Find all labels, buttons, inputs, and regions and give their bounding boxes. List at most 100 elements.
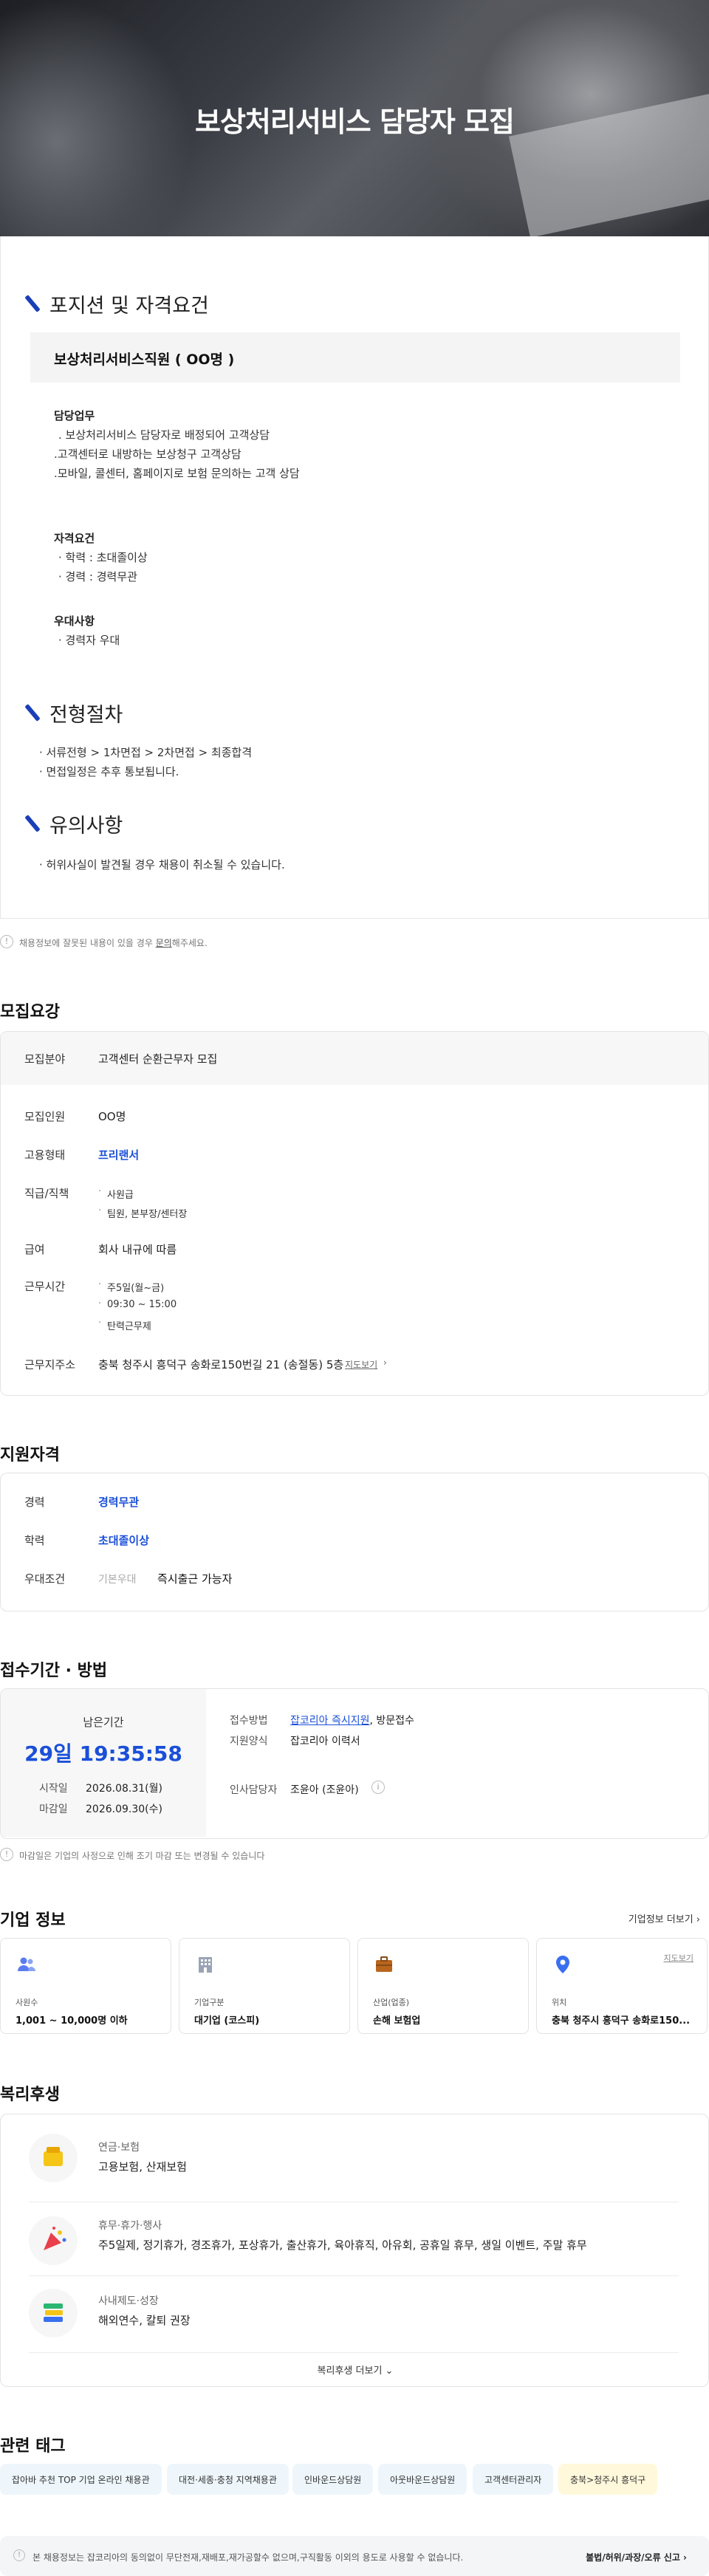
edu-val: 초대졸이상 (98, 1534, 150, 1547)
pay-val: 회사 내규에 따름 (98, 1243, 177, 1256)
start-val: 2026.08.31(월) (86, 1783, 162, 1795)
form-key: 지원양식 (230, 1736, 268, 1747)
duty-line: .고객센터로 내방하는 보상청구 고객상담 (54, 448, 242, 461)
end-key: 마감일 (39, 1803, 68, 1815)
briefcase-icon (376, 1956, 392, 1972)
map-link[interactable]: 지도보기 (664, 1952, 693, 1964)
job-detail: 포지션 및 자격요건 보상처리서비스직원 ( OO명 ) 담당업무 . 보상처리… (0, 236, 709, 919)
duty-line: .모바일, 콜센터, 홈페이지로 보험 문의하는 고객 상담 (54, 467, 300, 480)
pension-icon (29, 2134, 78, 2182)
apply-countdown-panel: 남은기간 29일 19:35:58 시작일 2026.08.31(월) 마감일 … (1, 1689, 206, 1837)
company-card-location: 지도보기 위치 충북 청주시 흥덕구 송화로150... (536, 1938, 708, 2034)
apply-heading: 접수기간 · 방법 (0, 1662, 108, 1680)
tag[interactable]: 인바운드상담원 (292, 2464, 374, 2495)
company-more-link[interactable]: 기업정보 더보기 › (628, 1911, 700, 1925)
welfare-val: 주5일제, 정기휴가, 경조휴가, 포상휴가, 출산휴가, 육아휴직, 아유회,… (98, 2238, 587, 2252)
pref-tag: 기본우대 (98, 1574, 137, 1586)
tag[interactable]: 고객센터관리자 (473, 2464, 554, 2495)
card-val: 대기업 (코스피) (194, 2015, 260, 2027)
section-bar-icon (24, 704, 41, 722)
qual-label: 자격요건 (54, 532, 95, 545)
people-icon (18, 1957, 35, 1971)
position-box: 보상처리서비스직원 ( OO명 ) (30, 332, 680, 383)
method-key: 접수방법 (230, 1715, 268, 1727)
rank-key: 직급/직책 (24, 1187, 69, 1200)
rank-val: 팀원, 본부장/센터장 (98, 1205, 187, 1220)
hero-title: 보상처리서비스 담당자 모집 (195, 106, 515, 138)
qual-box: 경력 경력무관 학력 초대졸이상 우대조건 기본우대 즉시출근 가능자 (0, 1473, 709, 1611)
start-key: 시작일 (39, 1783, 68, 1795)
time-val: 09:30 ~ 15:00 (98, 1298, 177, 1310)
tag[interactable]: 충북>청주시 흥덕구 (558, 2464, 658, 2495)
company-card-employees: 사원수 1,001 ~ 10,000명 이하 (0, 1938, 171, 2034)
career-val: 경력무관 (98, 1496, 140, 1509)
qual-heading: 지원자격 (0, 1446, 60, 1465)
report-link[interactable]: 문의 (156, 938, 172, 948)
info-icon[interactable]: i (371, 1781, 385, 1794)
tags-heading: 관련 태그 (0, 2437, 66, 2456)
welfare-box: 연금·보험 고용보험, 산재보험 휴무·휴가·행사 주5일제, 정기휴가, 경조… (0, 2114, 709, 2387)
count-val: OO명 (98, 1110, 126, 1123)
apply-note: ! 마감일은 기업의 사정으로 인해 조기 마감 또는 변경될 수 있습니다 (0, 1848, 709, 1862)
time-val: 주5일(월~금) (98, 1279, 164, 1294)
card-val: 손해 보험업 (373, 2015, 421, 2027)
section-title-position: 포지션 및 자격요건 (24, 290, 209, 318)
method-val: 잡코리아 즉시지원, 방문접수 (290, 1715, 414, 1727)
recruit-box: 모집분야 고객센터 순환근무자 모집 모집인원 OO명 고용형태 프리랜서 직급… (0, 1031, 709, 1396)
section-title-process: 전형절차 (24, 699, 123, 727)
party-icon (29, 2216, 78, 2265)
process-line: · 서류전형 > 1차면접 > 2차면접 > 최종합격 (39, 746, 253, 759)
time-key: 근무시간 (24, 1280, 66, 1293)
company-heading: 기업 정보 (0, 1911, 66, 1930)
addr-val: 충북 청주시 흥덕구 송화로150번길 21 (송절동) 5층 (98, 1358, 344, 1371)
building-icon (199, 1957, 212, 1973)
hr-key: 인사담당자 (230, 1784, 278, 1796)
pref-key: 우대조건 (24, 1572, 66, 1586)
divider (29, 2275, 679, 2276)
report-button[interactable]: 불법/허위/과장/오류 신고 › (586, 2551, 687, 2563)
tag[interactable]: 대전·세종·충청 지역채용관 (167, 2464, 289, 2495)
type-val: 프리랜서 (98, 1148, 140, 1162)
notes-line: · 허위사실이 발견될 경우 채용이 취소될 수 있습니다. (39, 858, 285, 871)
welfare-val: 해외연수, 칼퇴 권장 (98, 2314, 191, 2327)
footer-bar: ! 본 채용정보는 잡코리아의 동의없이 무단전재,재배포,재가공할수 없으며,… (0, 2536, 709, 2576)
qual-line: · 경력 : 경력무관 (58, 570, 137, 583)
hero-banner: 보상처리서비스 담당자 모집 (0, 0, 709, 236)
card-key: 산업(업종) (373, 1998, 410, 2007)
map-link[interactable]: 지도보기 (345, 1358, 377, 1371)
chevron-right-icon: › (383, 1357, 387, 1368)
remain-countdown: 29일 19:35:58 (24, 1741, 182, 1766)
welfare-key: 휴무·휴가·행사 (98, 2220, 162, 2232)
welfare-key: 사내제도·성장 (98, 2295, 159, 2307)
rank-val: 사원급 (98, 1186, 134, 1201)
time-val: 탄력근무제 (98, 1318, 151, 1332)
card-key: 기업구분 (194, 1998, 225, 2007)
field-val: 고객센터 순환근무자 모집 (98, 1052, 218, 1066)
divider (29, 2352, 679, 2353)
pref-line: · 경력자 우대 (58, 634, 120, 647)
duty-label: 담당업무 (54, 409, 95, 422)
pref-val: 즉시출근 가능자 (157, 1572, 233, 1586)
quick-apply-link[interactable]: 잡코리아 즉시지원 (290, 1715, 370, 1727)
tag[interactable]: 잡아바 추천 TOP 기업 온라인 채용관 (0, 2464, 162, 2495)
tag[interactable]: 아웃바운드상담원 (378, 2464, 467, 2495)
edu-key: 학력 (24, 1534, 45, 1547)
pay-key: 급여 (24, 1243, 45, 1256)
end-val: 2026.09.30(수) (86, 1803, 162, 1815)
welfare-more-button[interactable]: 복리후생 더보기 ⌄ (1, 2363, 708, 2377)
field-key: 모집분야 (24, 1052, 66, 1066)
remain-label: 남은기간 (83, 1716, 124, 1729)
card-val: 충북 청주시 흥덕구 송화로150... (552, 2015, 691, 2027)
card-key: 사원수 (16, 1998, 38, 2007)
section-bar-icon (24, 295, 41, 312)
card-key: 위치 (552, 1998, 567, 2007)
career-key: 경력 (24, 1496, 45, 1509)
form-val: 잡코리아 이력서 (290, 1736, 360, 1747)
info-icon: ! (0, 935, 13, 948)
count-key: 모집인원 (24, 1110, 66, 1123)
card-val: 1,001 ~ 10,000명 이하 (16, 2015, 128, 2027)
qual-line: · 학력 : 초대졸이상 (58, 551, 148, 564)
hr-val: 조윤아 (조윤아) (290, 1784, 359, 1796)
recruit-heading: 모집요강 (0, 1003, 60, 1021)
report-note: ! 채용정보에 잘못된 내용이 있을 경우 문의해주세요. (0, 935, 709, 949)
